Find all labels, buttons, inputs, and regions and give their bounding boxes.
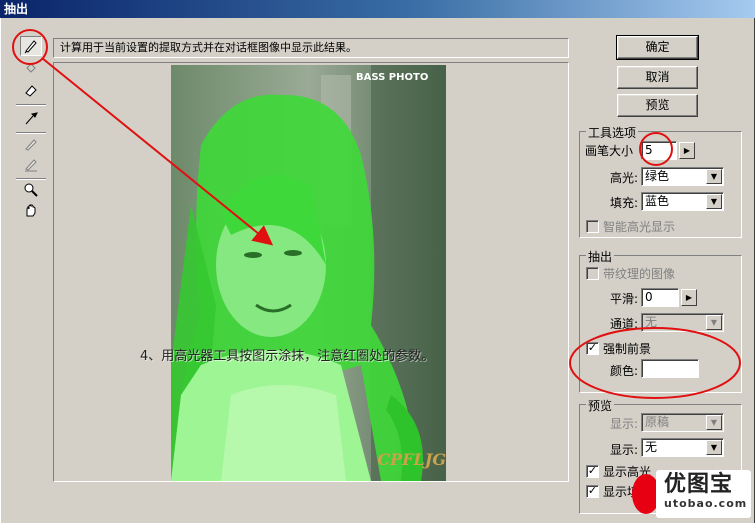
edge-touchup-icon: [25, 159, 37, 172]
photo-top-watermark: BASS PHOTO: [356, 72, 428, 83]
tool-options-title: 工具选项: [586, 124, 639, 141]
display-label: 显示:: [610, 443, 639, 457]
smart-highlight-checkbox[interactable]: 智能高光显示: [586, 218, 675, 235]
extraction-title: 抽出: [586, 248, 615, 265]
brush-size-label: 画笔大小: [585, 144, 634, 158]
force-foreground-checkbox[interactable]: ✓ 强制前景: [586, 340, 651, 357]
channel-select-value: 无: [645, 315, 658, 329]
hand-tool[interactable]: [20, 200, 42, 220]
brush-size-arrow-button[interactable]: ▶: [679, 142, 695, 159]
preview-title: 预览: [586, 397, 615, 414]
chevron-down-icon: ▼: [706, 415, 722, 430]
fill-label: 填充:: [610, 196, 639, 210]
cleanup-tool[interactable]: [20, 134, 42, 154]
eyedropper-tool[interactable]: [20, 108, 42, 128]
arrow-right-icon: ▶: [683, 146, 691, 155]
display-select[interactable]: 无 ▼: [641, 438, 724, 457]
fill-bucket-icon: [26, 63, 36, 73]
highlight-label: 高光:: [610, 171, 639, 185]
preview-button[interactable]: 预览: [617, 94, 698, 117]
checkbox-box: [586, 267, 599, 280]
highlight-select-value: 绿色: [645, 169, 670, 183]
zoom-icon: [24, 183, 38, 197]
chevron-down-icon: ▼: [706, 315, 722, 330]
edge-touchup-tool[interactable]: [20, 154, 42, 174]
checkbox-box: ✓: [586, 484, 599, 498]
fill-select-value: 蓝色: [645, 194, 670, 208]
color-swatch[interactable]: [641, 359, 699, 378]
site-url: utobao.com: [664, 497, 748, 510]
show-label: 显示:: [610, 417, 639, 431]
channel-label: 通道:: [610, 317, 639, 331]
extraction-group: 抽出 带纹理的图像 平滑: 0 ▶ 通道: 无 ▼ ✓ 强制前景 颜色:: [579, 248, 742, 393]
edge-highlighter-tool[interactable]: [20, 36, 42, 56]
hand-icon: [26, 204, 36, 217]
tutorial-caption: 4、用高光器工具按图示涂抹，注意红圈处的参数。: [140, 349, 435, 364]
site-brand: 优图宝: [664, 472, 734, 497]
status-message: 计算用于当前设置的提取方式并在对话框图像中显示此结果。: [53, 38, 569, 58]
color-label: 颜色:: [610, 364, 639, 378]
checkbox-box: ✓: [586, 341, 599, 355]
chevron-down-icon: ▼: [706, 169, 722, 184]
arrow-right-icon: ▶: [685, 293, 693, 302]
smooth-arrow-button[interactable]: ▶: [681, 289, 697, 306]
eraser-icon: [25, 85, 37, 97]
preview-image: BASS PHOTO CPFLJG: [171, 65, 446, 481]
fill-select[interactable]: 蓝色 ▼: [641, 192, 724, 211]
photo-bottom-watermark: CPFLJG: [377, 450, 446, 469]
show-select-value: 原稿: [645, 415, 670, 429]
smooth-input[interactable]: 0: [641, 288, 679, 307]
checkbox-box: [586, 220, 599, 233]
textured-image-checkbox[interactable]: 带纹理的图像: [586, 265, 675, 282]
preview-canvas[interactable]: BASS PHOTO CPFLJG: [53, 62, 569, 482]
show-select[interactable]: 原稿 ▼: [641, 413, 724, 432]
chevron-down-icon: ▼: [706, 194, 722, 209]
window-title-bar: 抽出: [0, 0, 755, 18]
display-select-value: 无: [645, 440, 658, 454]
channel-select[interactable]: 无 ▼: [641, 313, 724, 332]
checkbox-box: ✓: [586, 464, 599, 478]
photo-render: BASS PHOTO CPFLJG: [171, 65, 446, 481]
cancel-button[interactable]: 取消: [617, 66, 698, 89]
tool-separator: [16, 104, 46, 106]
smart-highlight-label: 智能高光显示: [603, 220, 676, 234]
eraser-tool[interactable]: [20, 80, 42, 100]
brush-size-input[interactable]: 5: [641, 141, 677, 160]
site-watermark: 优图宝 utobao.com: [656, 470, 751, 518]
chevron-down-icon: ▼: [706, 440, 722, 455]
highlight-select[interactable]: 绿色 ▼: [641, 167, 724, 186]
ok-button[interactable]: 确定: [616, 35, 699, 60]
edge-highlighter-icon: [24, 40, 37, 54]
textured-image-label: 带纹理的图像: [603, 267, 676, 281]
fill-tool[interactable]: [20, 58, 42, 78]
zoom-tool[interactable]: [20, 180, 42, 200]
cleanup-icon: [25, 139, 37, 151]
smooth-label: 平滑:: [610, 292, 639, 306]
window-title: 抽出: [4, 2, 29, 16]
eyedropper-icon: [25, 112, 38, 125]
force-foreground-label: 强制前景: [603, 342, 652, 356]
tool-options-group: 工具选项 画笔大小 5 ▶ 高光: 绿色 ▼ 填充: 蓝色 ▼ 智能高光显示: [579, 124, 742, 238]
